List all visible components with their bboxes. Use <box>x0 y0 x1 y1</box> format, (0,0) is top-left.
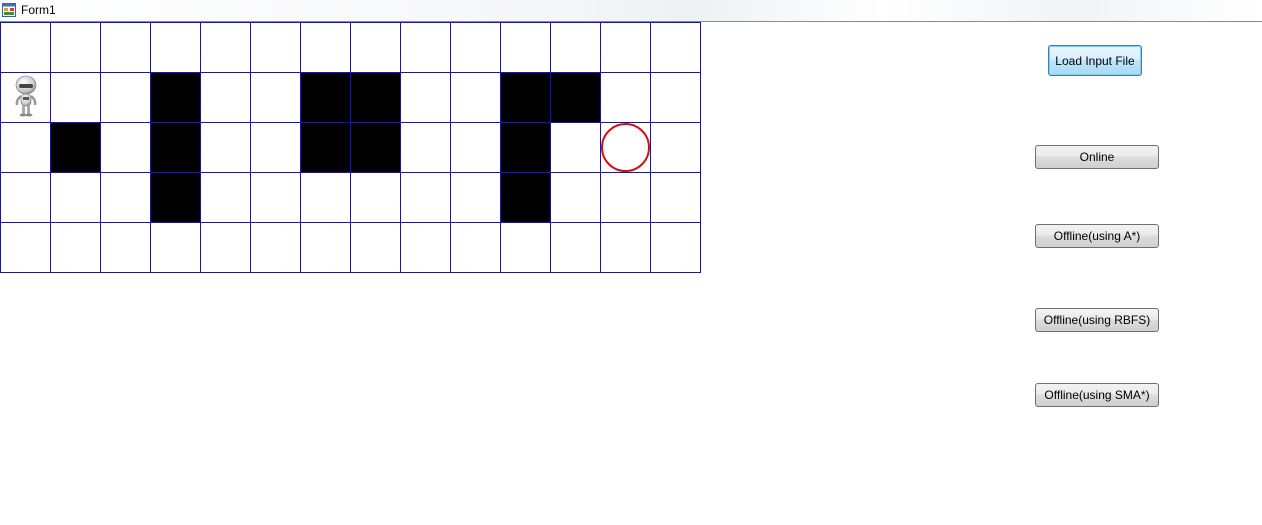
grid-cell <box>1 123 51 173</box>
wall-cell <box>151 173 201 223</box>
grid-cell <box>551 173 601 223</box>
grid-cell <box>301 173 351 223</box>
grid-cell <box>51 173 101 223</box>
load-input-file-button[interactable]: Load Input File <box>1048 45 1142 76</box>
grid-cell <box>301 23 351 73</box>
grid-cell <box>351 173 401 223</box>
grid-cell <box>451 173 501 223</box>
grid-cell <box>201 223 251 273</box>
grid-cell <box>251 23 301 73</box>
grid-cell <box>601 123 651 173</box>
offline-astar-button[interactable]: Offline(using A*) <box>1035 224 1159 248</box>
grid-cell <box>401 123 451 173</box>
offline-rbfs-button[interactable]: Offline(using RBFS) <box>1035 308 1159 332</box>
wall-cell <box>51 123 101 173</box>
grid-cell <box>151 23 201 73</box>
grid-cell <box>551 23 601 73</box>
goal-circle-icon <box>601 123 650 172</box>
wall-cell <box>301 123 351 173</box>
grid-cell <box>251 73 301 123</box>
grid-cell <box>101 73 151 123</box>
map-grid <box>0 22 701 273</box>
wall-cell <box>501 73 551 123</box>
wall-cell <box>501 173 551 223</box>
grid-cell <box>401 173 451 223</box>
grid-cell <box>401 23 451 73</box>
grid-cell <box>101 23 151 73</box>
grid-cell <box>601 73 651 123</box>
wall-cell <box>351 123 401 173</box>
app-icon <box>2 3 16 17</box>
grid-cell <box>1 23 51 73</box>
grid-cell <box>651 73 701 123</box>
grid-cell <box>601 223 651 273</box>
grid-cell <box>451 123 501 173</box>
grid-cell <box>251 173 301 223</box>
grid-cell <box>251 123 301 173</box>
grid-cell <box>401 223 451 273</box>
grid-cell <box>1 73 51 123</box>
grid-cell <box>451 73 501 123</box>
grid-cell <box>501 23 551 73</box>
grid-cell <box>101 173 151 223</box>
wall-cell <box>501 123 551 173</box>
grid-cell <box>101 123 151 173</box>
wall-cell <box>151 123 201 173</box>
grid-cell <box>151 223 201 273</box>
online-button[interactable]: Online <box>1035 145 1159 169</box>
grid-cell <box>501 223 551 273</box>
grid-cell <box>1 223 51 273</box>
wall-cell <box>151 73 201 123</box>
grid-cell <box>451 223 501 273</box>
wall-cell <box>551 73 601 123</box>
grid-cell <box>651 173 701 223</box>
grid-cell <box>651 23 701 73</box>
robot-icon <box>15 75 37 117</box>
grid-cell <box>251 223 301 273</box>
grid-cell <box>201 123 251 173</box>
grid-cell <box>301 223 351 273</box>
grid-cell <box>51 223 101 273</box>
grid-cell <box>51 73 101 123</box>
grid-cell <box>551 123 601 173</box>
offline-sma-button[interactable]: Offline(using SMA*) <box>1035 383 1159 407</box>
grid-cell <box>1 173 51 223</box>
grid-cell <box>201 173 251 223</box>
grid-cell <box>351 223 401 273</box>
grid-cell <box>601 23 651 73</box>
grid-cell <box>451 23 501 73</box>
grid-cell <box>201 23 251 73</box>
wall-cell <box>301 73 351 123</box>
grid-cell <box>401 73 451 123</box>
grid-cell <box>51 23 101 73</box>
grid-cell <box>101 223 151 273</box>
grid-cell <box>551 223 601 273</box>
grid-cell <box>651 223 701 273</box>
grid-cell <box>351 23 401 73</box>
grid-cell <box>651 123 701 173</box>
window-title: Form1 <box>21 3 56 17</box>
title-bar: Form1 <box>0 0 1262 22</box>
grid-cell <box>201 73 251 123</box>
wall-cell <box>351 73 401 123</box>
grid-cell <box>601 173 651 223</box>
